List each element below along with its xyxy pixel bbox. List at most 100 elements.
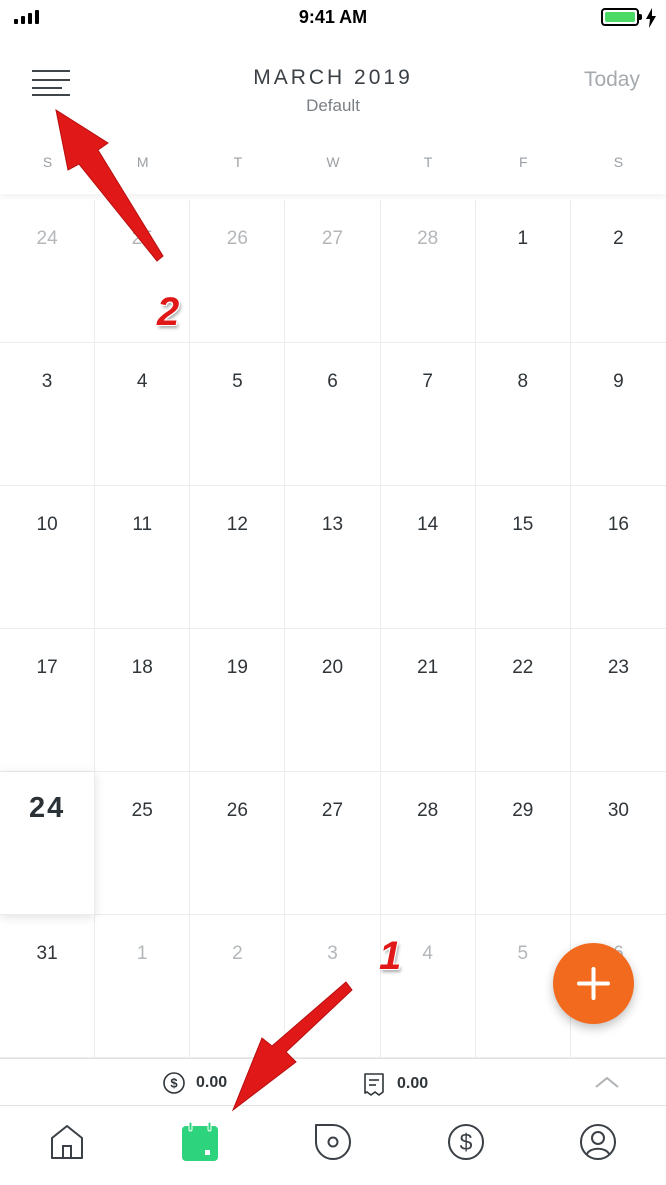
day-number: 7: [422, 371, 433, 392]
day-cell[interactable]: 24: [0, 200, 96, 343]
day-number: 26: [226, 800, 248, 821]
day-number: 25: [131, 228, 153, 249]
day-cell[interactable]: 7: [380, 343, 476, 486]
day-cell[interactable]: 2: [570, 200, 666, 343]
day-number: 2: [613, 228, 624, 249]
day-cell[interactable]: 29: [475, 772, 571, 915]
day-number: 20: [321, 657, 344, 678]
month-title: MARCH 2019: [253, 66, 413, 89]
day-cell[interactable]: 13: [285, 486, 381, 629]
day-cell[interactable]: 15: [475, 486, 571, 629]
calendar-grid: 24 25 26 27 28 1 2 3 4 5 6 7 8 9 10 11 12 13 14 15 16 17 18 19 2…: [0, 200, 666, 1058]
day-number: 5: [517, 943, 529, 964]
bill-total: 0.00: [397, 1075, 429, 1092]
day-cell[interactable]: 9: [570, 343, 666, 486]
callout-number-1: 1: [379, 934, 402, 978]
day-number: 3: [41, 371, 53, 392]
day-cell[interactable]: 3: [285, 915, 381, 1058]
tab-finance[interactable]: $: [444, 1120, 488, 1164]
calendar-name[interactable]: Default: [0, 96, 666, 116]
calendar-header: MARCH 2019 Default Today S M T W T F S: [0, 36, 666, 194]
day-cell[interactable]: 26: [190, 200, 286, 343]
status-time: 9:41 AM: [298, 7, 368, 27]
day-cell[interactable]: 25: [95, 772, 191, 915]
day-cell[interactable]: 27: [285, 200, 381, 343]
callout-number-2: 2: [157, 290, 180, 334]
day-cell[interactable]: 16: [570, 486, 666, 629]
day-cell[interactable]: 8: [475, 343, 571, 486]
receipt-icon: [364, 1073, 384, 1096]
day-number: 9: [613, 371, 624, 392]
day-cell[interactable]: 18: [95, 629, 191, 772]
day-cell[interactable]: 27: [285, 772, 381, 915]
day-number: 28: [417, 800, 439, 821]
day-number: 11: [132, 514, 153, 535]
weekday-header: S M T W T F S: [0, 154, 666, 174]
day-number: 24: [28, 792, 66, 824]
day-cell[interactable]: 28: [380, 772, 476, 915]
day-number: 10: [36, 514, 58, 535]
day-cell[interactable]: 12: [190, 486, 286, 629]
day-cell[interactable]: 3: [0, 343, 96, 486]
charging-icon: [646, 8, 656, 28]
weekday-label: F: [518, 154, 528, 170]
day-cell[interactable]: 28: [380, 200, 476, 343]
add-event-button[interactable]: [553, 943, 634, 1024]
day-cell[interactable]: 17: [0, 629, 96, 772]
day-number: 14: [417, 514, 439, 535]
day-cell[interactable]: 2: [190, 915, 286, 1058]
day-cell[interactable]: 22: [475, 629, 571, 772]
weekday-label: S: [42, 154, 53, 170]
day-cell[interactable]: 21: [380, 629, 476, 772]
day-number: 26: [226, 228, 248, 249]
day-cell[interactable]: 23: [570, 629, 666, 772]
tab-explore[interactable]: [311, 1120, 355, 1164]
day-cell[interactable]: 14: [380, 486, 476, 629]
tab-profile[interactable]: [576, 1120, 620, 1164]
day-cell[interactable]: 1: [475, 200, 571, 343]
day-number: 27: [321, 228, 344, 249]
day-cell[interactable]: 5: [190, 343, 286, 486]
day-cell[interactable]: 31: [0, 915, 96, 1058]
tab-calendar[interactable]: [178, 1120, 222, 1164]
day-number: 31: [36, 943, 58, 964]
day-number: 3: [327, 943, 338, 964]
weekday-label: T: [233, 154, 243, 170]
day-cell[interactable]: 30: [570, 772, 666, 915]
day-cell[interactable]: 20: [285, 629, 381, 772]
expense-summary[interactable]: $ 0.00: [162, 1071, 227, 1095]
day-number: 27: [321, 800, 344, 821]
day-number: 1: [517, 228, 529, 249]
day-number: 15: [512, 514, 534, 535]
plus-icon: [577, 967, 610, 1000]
day-cell[interactable]: 6: [285, 343, 381, 486]
bill-summary[interactable]: 0.00: [361, 1071, 428, 1097]
dollar-icon: $: [448, 1124, 484, 1160]
day-cell[interactable]: 1: [95, 915, 191, 1058]
day-number: 21: [417, 657, 439, 678]
day-number: 29: [512, 800, 534, 821]
day-cell[interactable]: 10: [0, 486, 96, 629]
day-cell[interactable]: 26: [190, 772, 286, 915]
day-number: 2: [232, 943, 243, 964]
day-number: 28: [417, 228, 439, 249]
day-cell[interactable]: 11: [95, 486, 191, 629]
weekday-label: S: [613, 154, 624, 170]
explore-icon: [315, 1124, 351, 1160]
tab-home[interactable]: [45, 1120, 89, 1164]
weekday-label: M: [136, 154, 149, 170]
day-number: 12: [226, 514, 248, 535]
day-number: 5: [232, 371, 243, 392]
day-cell[interactable]: 4: [95, 343, 191, 486]
svg-text:$: $: [170, 1076, 178, 1091]
day-number: 13: [321, 514, 344, 535]
day-number: 18: [131, 657, 153, 678]
chevron-up-icon[interactable]: [594, 1075, 620, 1089]
today-button[interactable]: Today: [584, 68, 640, 92]
day-cell-today[interactable]: 24: [0, 772, 96, 915]
day-number: 30: [607, 800, 629, 821]
day-cell[interactable]: 19: [190, 629, 286, 772]
status-bar: 9:41 AM: [0, 0, 666, 36]
day-number: 16: [607, 514, 629, 535]
day-number: 23: [607, 657, 629, 678]
